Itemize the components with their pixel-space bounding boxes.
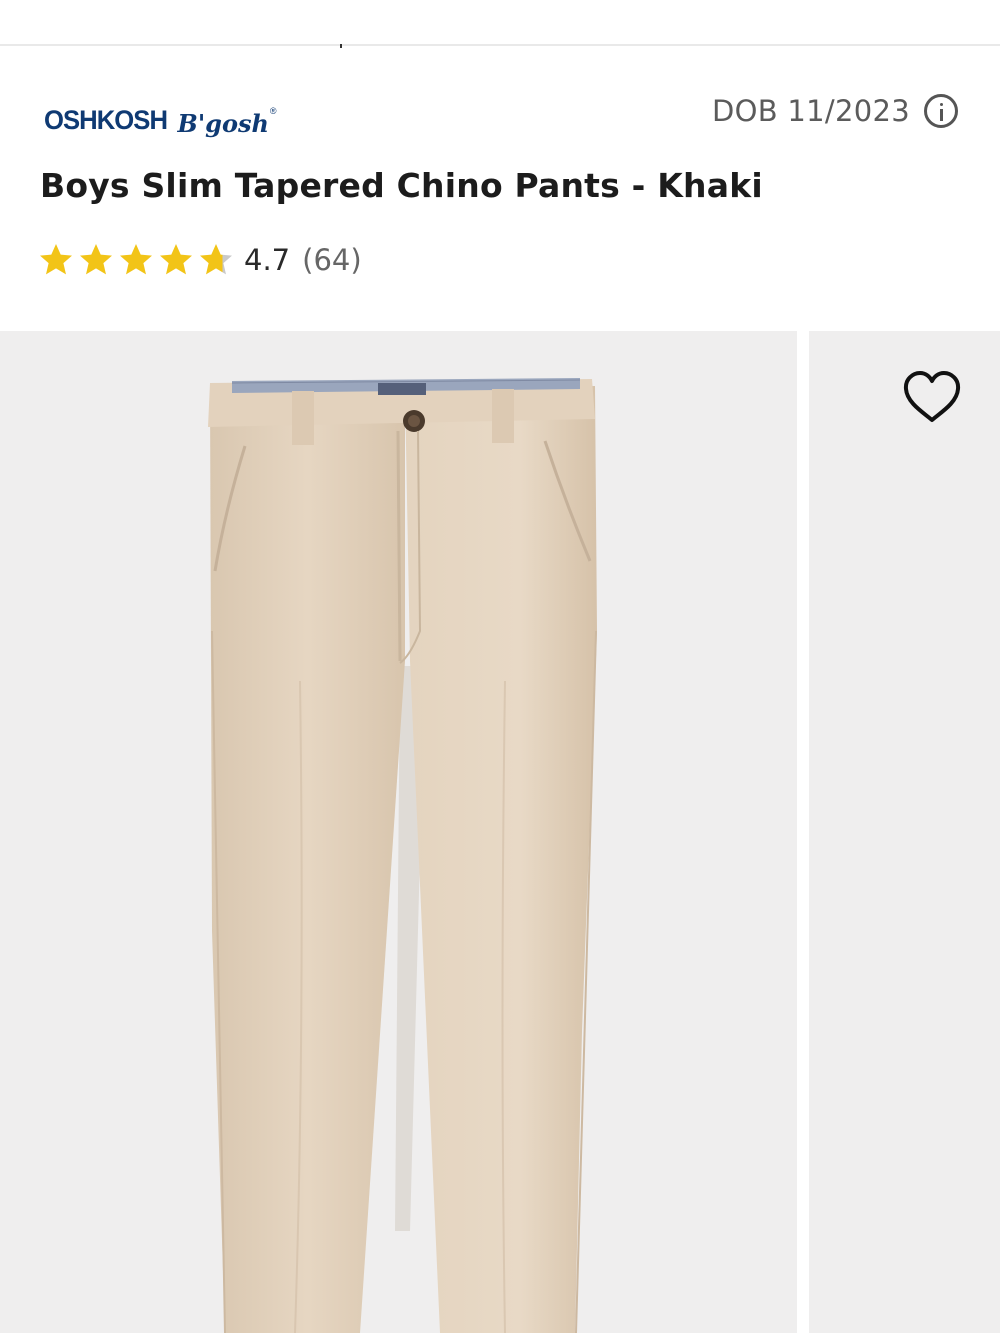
info-icon[interactable]	[924, 94, 958, 128]
star-icon	[40, 244, 72, 275]
star-icon	[120, 244, 152, 275]
logo-wordmark: OSHKOSH	[44, 105, 168, 135]
star-rating	[38, 242, 234, 278]
star-icon	[200, 244, 232, 275]
khaki-pants-image	[208, 378, 597, 1333]
top-bar	[0, 0, 1000, 48]
review-count[interactable]: (64)	[302, 243, 362, 277]
logo-registered-mark: ®	[269, 106, 277, 116]
brand-logo[interactable]: OSHKOSH B'gosh ®	[44, 92, 277, 138]
logo-script: B'gosh	[177, 109, 269, 138]
product-image-gallery[interactable]	[0, 331, 1000, 1333]
dob-selector[interactable]: DOB 11/2023	[712, 94, 958, 128]
favorite-button[interactable]	[902, 370, 962, 426]
product-title: Boys Slim Tapered Chino Pants - Khaki	[40, 166, 763, 205]
rating-value: 4.7	[244, 243, 291, 277]
dob-label: DOB 11/2023	[711, 94, 910, 128]
star-icon	[160, 244, 192, 275]
next-product-image[interactable]	[809, 331, 1000, 1333]
brand-row: OSHKOSH B'gosh ® DOB 11/2023	[0, 86, 1000, 142]
heart-outline-icon	[903, 371, 961, 422]
divider-mark	[340, 44, 342, 48]
product-page: OSHKOSH B'gosh ® DOB 11/2023 Boys Slim T…	[0, 0, 1000, 1333]
product-rating[interactable]: 4.7 (64)	[38, 238, 362, 282]
star-icon	[80, 244, 112, 275]
product-image[interactable]	[0, 331, 797, 1333]
